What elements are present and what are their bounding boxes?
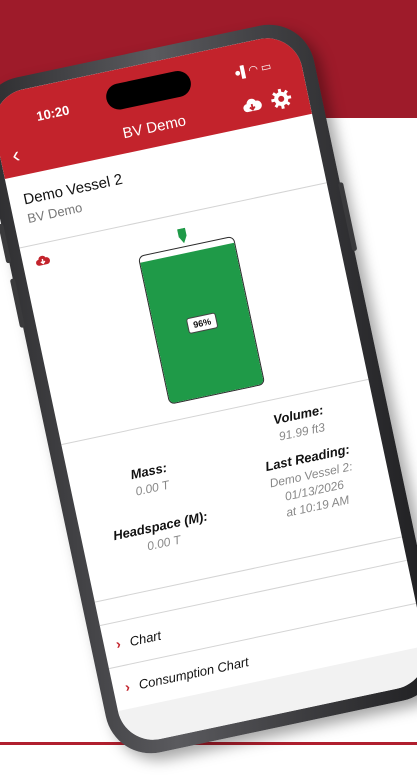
chevron-right-icon: ›	[114, 635, 123, 652]
cloud-download-icon[interactable]	[33, 252, 52, 269]
chevron-right-icon: ›	[123, 678, 132, 695]
tank-gauge: 96%	[137, 235, 266, 405]
level-marker-icon	[175, 227, 190, 245]
status-icons: ●▌◠ ▭	[233, 60, 273, 80]
dynamic-island	[103, 68, 194, 112]
cloud-download-icon[interactable]	[239, 94, 265, 118]
phone-device: 10:20 ●▌◠ ▭ ‹ BV Demo Demo Vessel 2 BV D…	[0, 16, 417, 762]
app-screen: 10:20 ●▌◠ ▭ ‹ BV Demo Demo Vessel 2 BV D…	[0, 31, 417, 747]
status-time: 10:20	[35, 102, 71, 124]
chart-link-label: Chart	[128, 627, 163, 650]
gear-icon[interactable]	[268, 86, 294, 112]
bottom-red-rule	[0, 742, 417, 745]
